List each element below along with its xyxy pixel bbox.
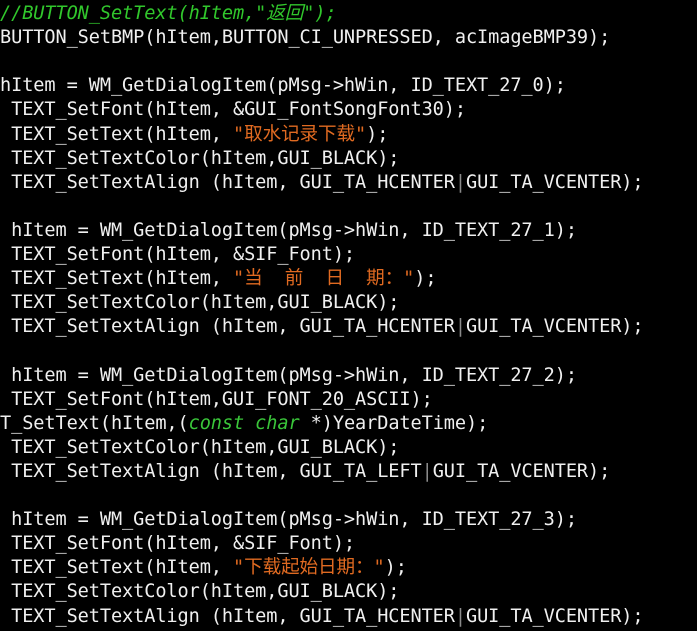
code-text: GUI_TA_VCENTER); xyxy=(465,605,644,627)
code-line[interactable]: T_SetText(hItem,(const char *)YearDateTi… xyxy=(0,412,488,436)
code-text: GUI_TA_VCENTER); xyxy=(432,460,611,482)
code-line[interactable]: TEXT_SetTextAlign (hItem, GUI_TA_HCENTER… xyxy=(0,315,644,339)
code-text: TEXT_SetText(hItem, xyxy=(0,268,233,290)
code-text: TEXT_SetTextAlign (hItem, GUI_TA_HCENTER xyxy=(0,605,455,627)
code-line[interactable]: hItem = WM_GetDialogItem(pMsg->hWin, ID_… xyxy=(0,508,577,532)
code-line[interactable]: TEXT_SetText(hItem, "当 前 日 期："); xyxy=(0,267,436,291)
code-text: TEXT_SetTextColor(hItem,GUI_BLACK); xyxy=(0,581,400,603)
code-text: TEXT_SetTextColor(hItem,GUI_BLACK); xyxy=(0,292,400,314)
code-line[interactable]: TEXT_SetTextColor(hItem,GUI_BLACK); xyxy=(0,291,399,315)
code-text: T_SetText(hItem,( xyxy=(0,412,189,434)
code-line[interactable]: hItem = WM_GetDialogItem(pMsg->hWin, ID_… xyxy=(0,74,566,98)
code-text: TEXT_SetTextColor(hItem,GUI_BLACK); xyxy=(0,436,400,458)
code-string: "下载起始日期：" xyxy=(232,557,385,579)
code-line[interactable]: hItem = WM_GetDialogItem(pMsg->hWin, ID_… xyxy=(0,364,577,388)
code-line[interactable]: TEXT_SetText(hItem, "取水记录下载"); xyxy=(0,123,388,147)
code-line[interactable]: TEXT_SetTextAlign (hItem, GUI_TA_HCENTER… xyxy=(0,605,644,629)
code-line[interactable]: BUTTON_SetBMP(hItem,BUTTON_CI_UNPRESSED,… xyxy=(0,26,610,50)
code-text: ); xyxy=(384,557,407,579)
code-text: TEXT_SetTextAlign (hItem, GUI_TA_LEFT xyxy=(0,460,422,482)
code-line[interactable]: TEXT_SetFont(hItem, &SIF_Font); xyxy=(0,243,355,267)
code-separator: | xyxy=(454,316,466,338)
code-text: TEXT_SetTextAlign (hItem, GUI_TA_HCENTER xyxy=(0,171,455,193)
code-separator: | xyxy=(421,460,433,482)
code-text: TEXT_SetFont(hItem, &SIF_Font); xyxy=(0,533,356,555)
code-line[interactable]: TEXT_SetFont(hItem, &GUI_FontSongFont30)… xyxy=(0,98,466,122)
code-text: TEXT_SetFont(hItem,GUI_FONT_20_ASCII); xyxy=(0,388,433,410)
code-string: "取水记录下载" xyxy=(232,123,367,145)
code-line[interactable]: TEXT_SetText(hItem, "下载起始日期："); xyxy=(0,556,407,580)
code-text: TEXT_SetTextColor(hItem,GUI_BLACK); xyxy=(0,147,400,169)
code-separator: | xyxy=(454,171,466,193)
code-line[interactable]: TEXT_SetTextColor(hItem,GUI_BLACK); xyxy=(0,147,399,171)
code-text: BUTTON_SetBMP(hItem,BUTTON_CI_UNPRESSED,… xyxy=(0,27,611,49)
code-line[interactable]: TEXT_SetFont(hItem,GUI_FONT_20_ASCII); xyxy=(0,388,433,412)
code-keyword: const char xyxy=(188,412,311,434)
code-text: TEXT_SetText(hItem, xyxy=(0,557,233,579)
code-line[interactable]: //BUTTON_SetText(hItem,"返回"); xyxy=(0,2,337,26)
code-text: TEXT_SetText(hItem, xyxy=(0,123,233,145)
code-editor[interactable]: //BUTTON_SetText(hItem,"返回"); BUTTON_SetB… xyxy=(0,0,697,631)
code-text: ); xyxy=(414,268,437,290)
code-text: ); xyxy=(366,123,389,145)
code-text: GUI_TA_VCENTER); xyxy=(465,316,644,338)
code-text: TEXT_SetFont(hItem, &SIF_Font); xyxy=(0,244,356,265)
code-text: hItem = WM_GetDialogItem(pMsg->hWin, ID_… xyxy=(0,364,577,386)
code-line[interactable]: TEXT_SetFont(hItem, &SIF_Font); xyxy=(0,532,355,556)
code-text: hItem = WM_GetDialogItem(pMsg->hWin, ID_… xyxy=(0,219,577,241)
code-comment: //BUTTON_SetText(hItem,"返回"); xyxy=(0,3,337,24)
code-text: TEXT_SetTextAlign (hItem, GUI_TA_HCENTER xyxy=(0,316,455,338)
code-text: hItem = WM_GetDialogItem(pMsg->hWin, ID_… xyxy=(0,509,577,531)
code-separator: | xyxy=(454,605,466,627)
code-line[interactable]: TEXT_SetTextAlign (hItem, GUI_TA_LEFT|GU… xyxy=(0,460,610,484)
code-text: TEXT_SetFont(hItem, &GUI_FontSongFont30)… xyxy=(0,99,466,121)
code-line[interactable]: TEXT_SetTextColor(hItem,GUI_BLACK); xyxy=(0,580,399,604)
code-text: GUI_TA_VCENTER); xyxy=(465,171,644,193)
code-line[interactable]: TEXT_SetTextColor(hItem,GUI_BLACK); xyxy=(0,436,399,460)
code-line[interactable]: hItem = WM_GetDialogItem(pMsg->hWin, ID_… xyxy=(0,219,577,243)
code-text: hItem = WM_GetDialogItem(pMsg->hWin, ID_… xyxy=(0,75,566,97)
code-string: "当 前 日 期：" xyxy=(232,268,415,290)
code-text: *)YearDateTime); xyxy=(310,412,489,434)
code-line[interactable]: TEXT_SetTextAlign (hItem, GUI_TA_HCENTER… xyxy=(0,171,644,195)
